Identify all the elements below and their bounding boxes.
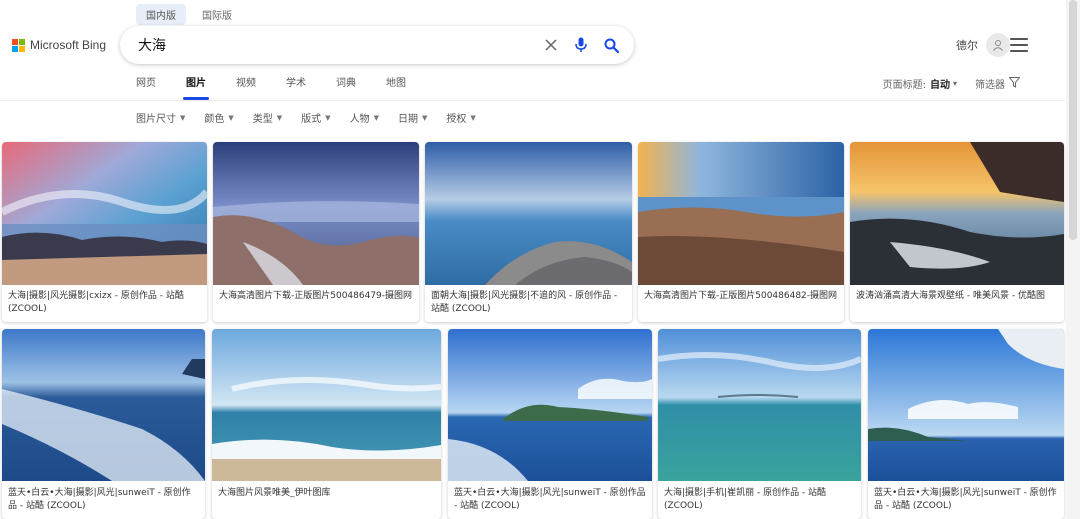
bing-logo[interactable]: Microsoft Bing xyxy=(12,38,106,52)
filter-layout[interactable]: 版式 ▼ xyxy=(301,110,331,126)
result-caption[interactable]: 波涛汹涌高清大海景观壁纸 - 唯美风景 - 优酷图 xyxy=(856,290,1058,303)
image-result[interactable]: 大海图片风景唯美_伊叶图库 xyxy=(212,329,441,519)
chevron-down-icon: ▼ xyxy=(180,113,186,122)
filter-label: 颜色 xyxy=(204,114,225,125)
search-input[interactable] xyxy=(136,36,532,54)
filter-size[interactable]: 图片尺寸 ▼ xyxy=(136,110,186,126)
scrollbar[interactable] xyxy=(1066,0,1080,519)
funnel-icon[interactable] xyxy=(1008,76,1021,91)
bing-image-results-page: 国内版 国际版 Microsoft Bing 德尔 xyxy=(0,0,1080,519)
nav-right: 页面标题: 自动 ▾ 筛选器 xyxy=(882,76,1021,91)
result-caption[interactable]: 大海高清图片下载-正版图片500486479-摄图网 xyxy=(219,290,413,303)
filter-bar: 图片尺寸 ▼ 颜色 ▼ 类型 ▼ 版式 ▼ 人物 ▼ 日期 ▼ 授权 ▼ xyxy=(136,110,495,126)
microphone-icon[interactable] xyxy=(570,34,592,56)
filter-label: 人物 xyxy=(349,114,370,125)
result-image[interactable] xyxy=(448,329,652,481)
chevron-down-icon: ▼ xyxy=(228,113,234,122)
result-image[interactable] xyxy=(2,142,207,285)
tab-dictionary[interactable]: 词典 xyxy=(336,76,356,98)
tab-videos[interactable]: 视频 xyxy=(236,76,256,98)
result-caption[interactable]: 大海图片风景唯美_伊叶图库 xyxy=(218,487,435,500)
result-image[interactable] xyxy=(850,142,1064,285)
image-result[interactable]: 面朝大海|摄影|风光摄影|不追的风 - 原创作品 - 站酷 (ZCOOL) xyxy=(425,142,632,322)
filter-label: 类型 xyxy=(252,114,273,125)
filter-label: 日期 xyxy=(397,114,418,125)
avatar-icon[interactable] xyxy=(986,33,1010,57)
filter-label: 图片尺寸 xyxy=(136,114,176,125)
result-image[interactable] xyxy=(212,329,441,481)
filter-license[interactable]: 授权 ▼ xyxy=(446,110,476,126)
image-result[interactable]: 大海|摄影|手机|崔凯丽 - 原创作品 - 站酷 (ZCOOL) xyxy=(658,329,861,519)
result-image[interactable] xyxy=(868,329,1064,481)
logo-text: Microsoft Bing xyxy=(30,38,107,52)
user-area[interactable]: 德尔 xyxy=(956,33,1010,57)
filter-color[interactable]: 颜色 ▼ xyxy=(204,110,234,126)
scrollbar-thumb[interactable] xyxy=(1069,0,1077,240)
image-result[interactable]: 蓝天•白云•大海|摄影|风光|sunweiT - 原创作品 - 站酷 (ZCOO… xyxy=(868,329,1064,519)
result-caption[interactable]: 面朝大海|摄影|风光摄影|不追的风 - 原创作品 - 站酷 (ZCOOL) xyxy=(431,290,626,316)
chevron-down-icon[interactable]: ▾ xyxy=(953,79,957,88)
tab-images[interactable]: 图片 xyxy=(183,76,209,100)
image-result[interactable]: 蓝天•白云•大海|摄影|风光|sunweiT - 原创作品 - 站酷 (ZCOO… xyxy=(2,329,205,519)
header-divider xyxy=(0,100,1065,101)
result-caption[interactable]: 大海高清图片下载-正版图片500486482-摄图网 xyxy=(644,290,838,303)
region-tab-international[interactable]: 国际版 xyxy=(192,4,242,25)
page-title-label: 页面标题: xyxy=(882,80,926,91)
result-image[interactable] xyxy=(638,142,844,285)
filter-button[interactable]: 筛选器 xyxy=(975,76,1005,91)
result-caption[interactable]: 大海|摄影|风光摄影|cxizx - 原创作品 - 站酷 (ZCOOL) xyxy=(8,290,201,316)
tab-maps[interactable]: 地图 xyxy=(386,76,406,98)
tab-web[interactable]: 网页 xyxy=(136,76,156,98)
region-tab-domestic[interactable]: 国内版 xyxy=(136,4,186,25)
filter-label: 授权 xyxy=(446,114,467,125)
tab-academic[interactable]: 学术 xyxy=(286,76,306,98)
search-box xyxy=(120,26,634,64)
region-tabs: 国内版 国际版 xyxy=(136,4,242,25)
filter-people[interactable]: 人物 ▼ xyxy=(349,110,379,126)
image-result[interactable]: 大海高清图片下载-正版图片500486482-摄图网 xyxy=(638,142,844,322)
page-title-value[interactable]: 自动 xyxy=(930,76,950,91)
menu-icon[interactable] xyxy=(1010,38,1028,56)
result-caption[interactable]: 蓝天•白云•大海|摄影|风光|sunweiT - 原创作品 - 站酷 (ZCOO… xyxy=(8,487,199,513)
filter-type[interactable]: 类型 ▼ xyxy=(252,110,283,126)
result-caption[interactable]: 大海|摄影|手机|崔凯丽 - 原创作品 - 站酷 (ZCOOL) xyxy=(664,487,855,513)
chevron-down-icon: ▼ xyxy=(373,113,379,122)
chevron-down-icon: ▼ xyxy=(470,113,476,122)
result-image[interactable] xyxy=(2,329,205,481)
image-result[interactable]: 大海|摄影|风光摄影|cxizx - 原创作品 - 站酷 (ZCOOL) xyxy=(2,142,207,322)
chevron-down-icon: ▼ xyxy=(421,113,428,122)
filter-label: 版式 xyxy=(301,114,322,125)
result-image[interactable] xyxy=(658,329,861,481)
nav-tabs: 网页 图片 视频 学术 词典 地图 xyxy=(136,76,436,100)
filter-date[interactable]: 日期 ▼ xyxy=(397,110,428,126)
image-result[interactable]: 蓝天•白云•大海|摄影|风光|sunweiT - 原创作品 - 站酷 (ZCOO… xyxy=(448,329,652,519)
search-icon[interactable] xyxy=(600,34,622,56)
image-result[interactable]: 波涛汹涌高清大海景观壁纸 - 唯美风景 - 优酷图 xyxy=(850,142,1064,322)
result-image[interactable] xyxy=(425,142,632,285)
user-name[interactable]: 德尔 xyxy=(956,37,978,53)
image-result[interactable]: 大海高清图片下载-正版图片500486479-摄图网 xyxy=(213,142,419,322)
result-image[interactable] xyxy=(213,142,419,285)
chevron-down-icon: ▼ xyxy=(325,113,331,122)
result-caption[interactable]: 蓝天•白云•大海|摄影|风光|sunweiT - 原创作品 - 站酷 (ZCOO… xyxy=(874,487,1058,513)
close-icon[interactable] xyxy=(540,34,562,56)
result-caption[interactable]: 蓝天•白云•大海|摄影|风光|sunweiT - 原创作品 - 站酷 (ZCOO… xyxy=(454,487,646,513)
microsoft-logo-icon xyxy=(12,38,25,52)
chevron-down-icon: ▼ xyxy=(276,113,283,122)
